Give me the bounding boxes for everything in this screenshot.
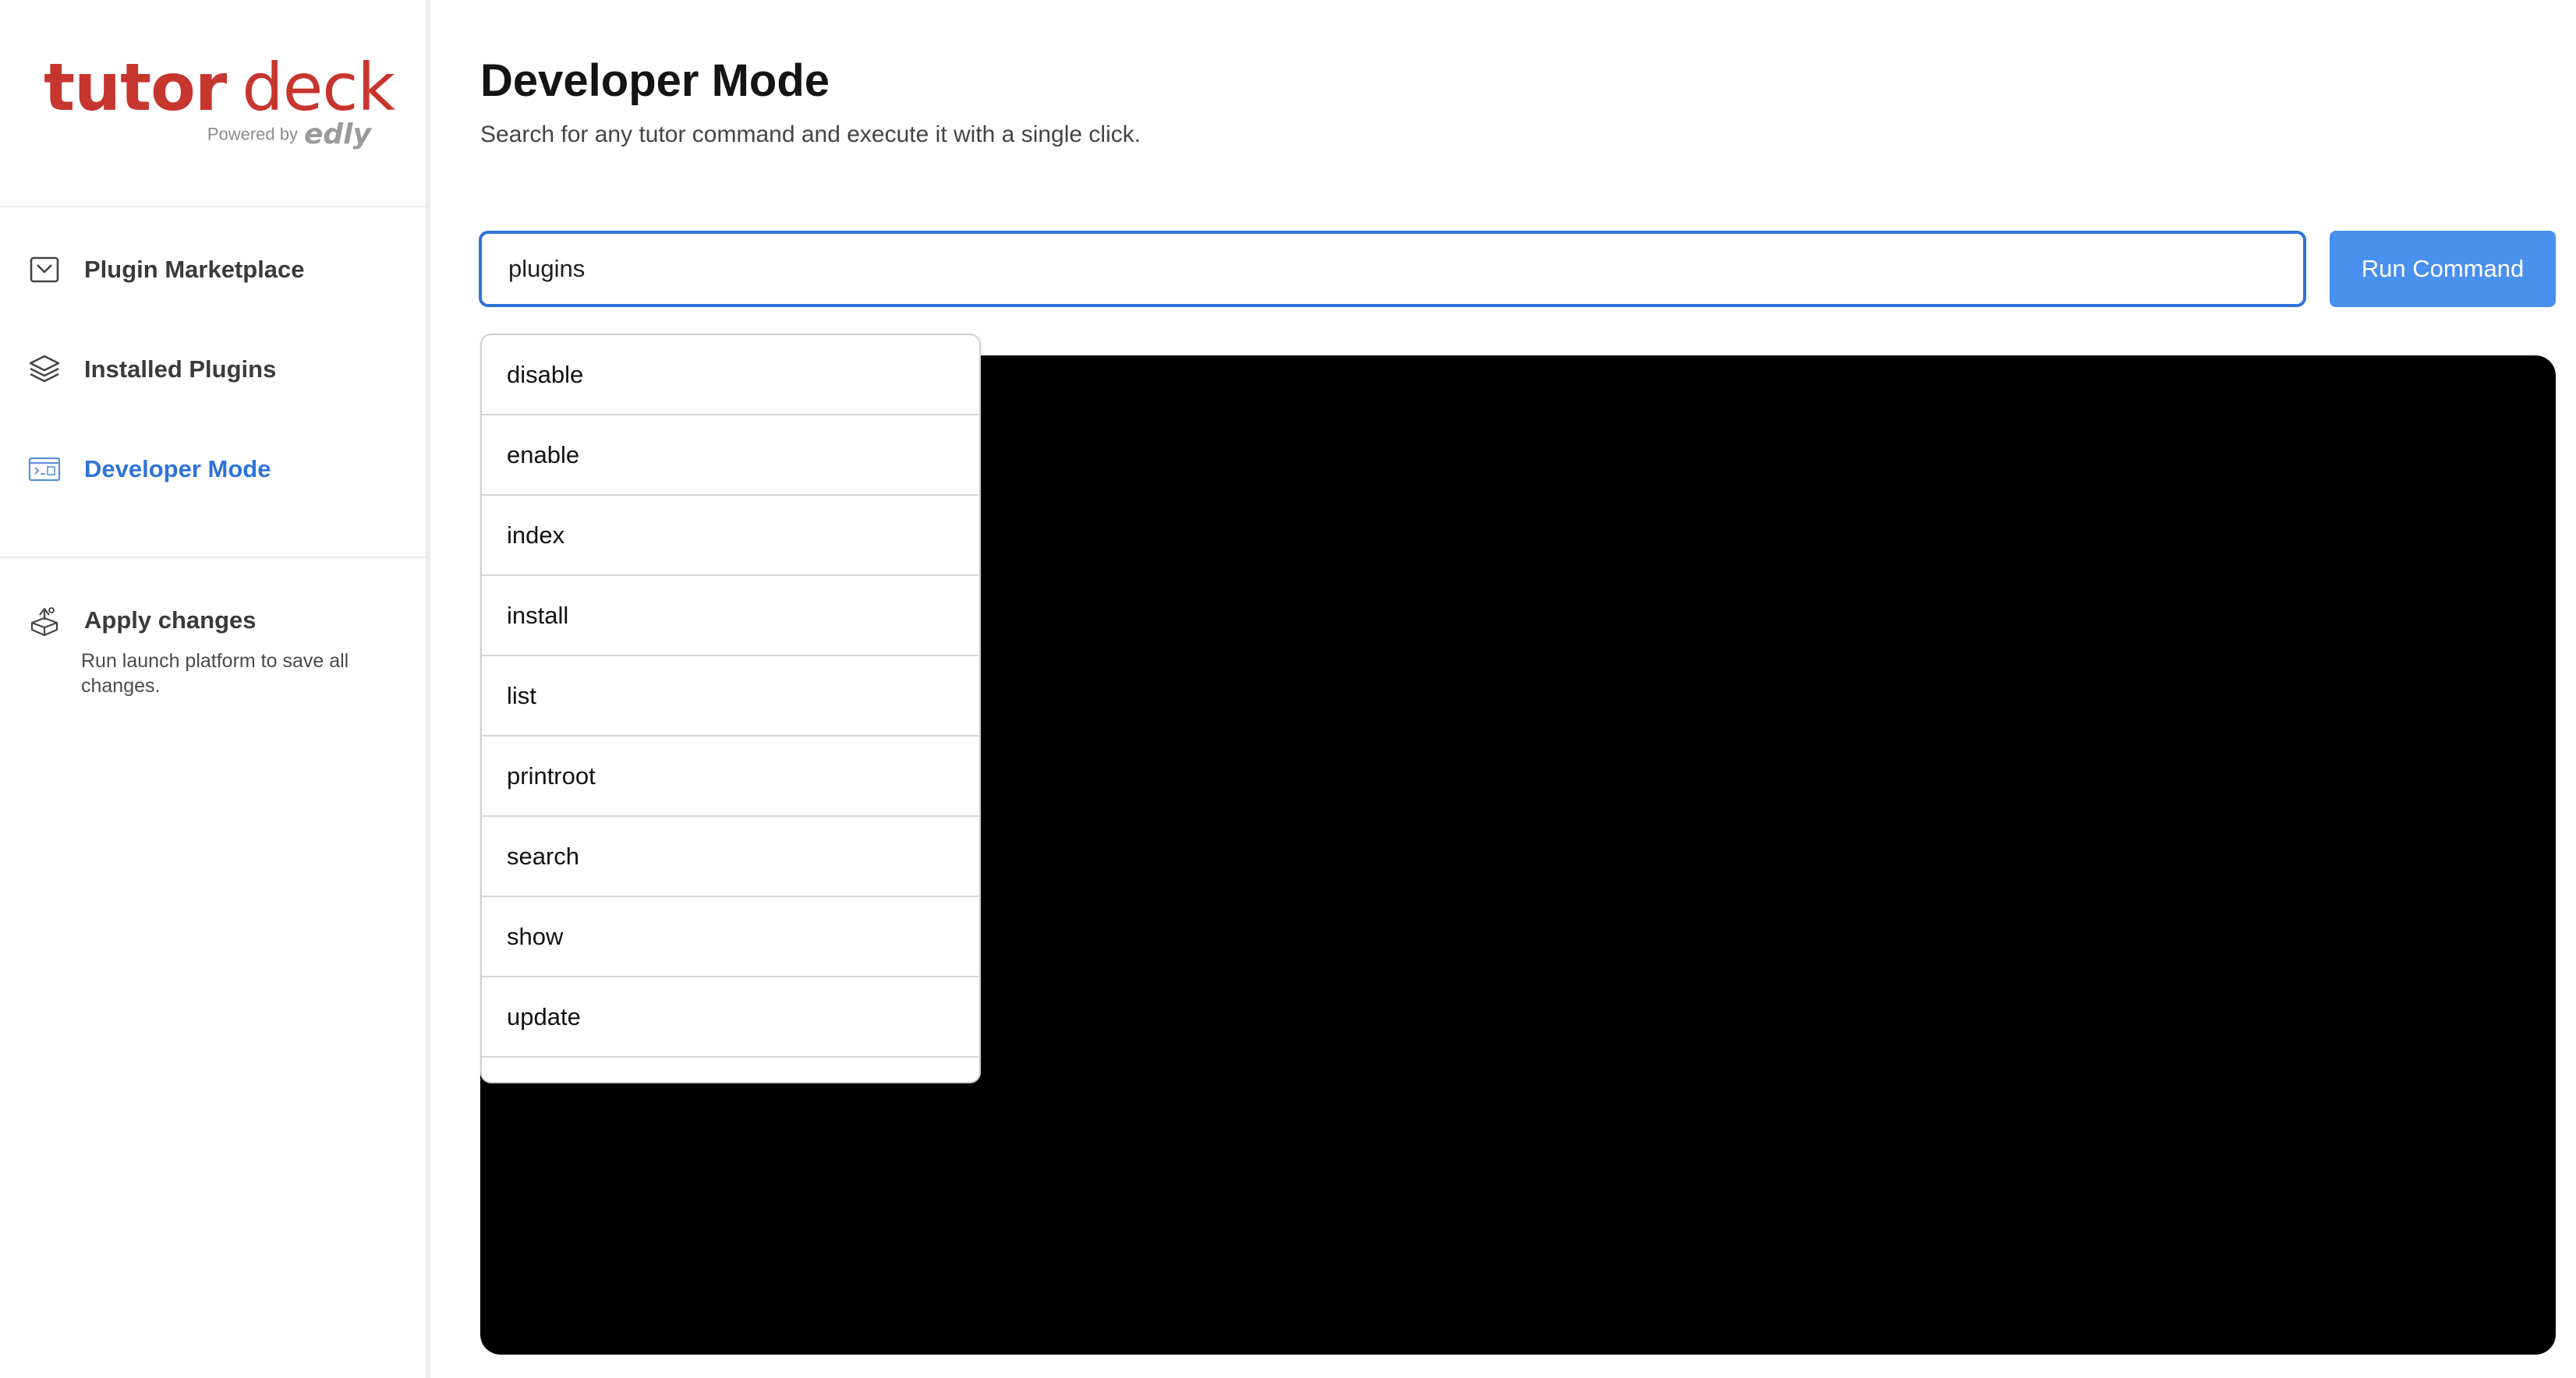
run-command-button[interactable]: Run Command xyxy=(2330,231,2556,307)
suggestion-item-printroot[interactable]: printroot xyxy=(482,737,979,817)
page-subtitle: Search for any tutor command and execute… xyxy=(480,122,1141,147)
sidebar-item-label: Plugin Marketplace xyxy=(84,256,305,283)
edly-brand-text: edly xyxy=(304,118,371,150)
command-suggestions-dropdown: disable enable index install list printr… xyxy=(480,334,981,1083)
apply-changes-label: Apply changes xyxy=(84,606,257,634)
sidebar-divider xyxy=(0,556,426,558)
sidebar-item-installed-plugins[interactable]: Installed Plugins xyxy=(28,341,402,398)
logo-secondary-text: deck xyxy=(242,49,395,125)
powered-by-text: Powered by xyxy=(207,124,298,144)
suggestion-item-index[interactable]: index xyxy=(482,496,979,576)
suggestion-item-disable[interactable]: disable xyxy=(482,335,979,415)
command-search-input[interactable] xyxy=(479,231,2306,307)
sidebar-item-plugin-marketplace[interactable]: Plugin Marketplace xyxy=(28,242,402,298)
suggestion-item-list[interactable]: list xyxy=(482,656,979,737)
suggestion-item-install[interactable]: install xyxy=(482,576,979,656)
tutor-deck-logo[interactable]: tutor deck Powered by edly xyxy=(44,49,395,151)
apply-changes-section: Apply changes Run launch platform to sav… xyxy=(28,592,402,698)
sidebar-item-label: Developer Mode xyxy=(84,455,271,482)
apply-changes-button[interactable]: Apply changes xyxy=(28,592,402,648)
page-title: Developer Mode xyxy=(480,55,830,106)
terminal-icon xyxy=(28,453,61,486)
suggestion-item-enable[interactable]: enable xyxy=(482,415,979,496)
suggestion-item-update[interactable]: update xyxy=(482,977,979,1058)
marketplace-icon xyxy=(28,253,61,286)
sidebar-item-developer-mode[interactable]: Developer Mode xyxy=(28,441,402,497)
sidebar-divider xyxy=(0,206,426,207)
deploy-box-icon xyxy=(28,604,61,637)
sidebar-item-label: Installed Plugins xyxy=(84,355,277,383)
app-window: tutor deck Powered by edly Plugin Marketpl… xyxy=(0,0,2576,1378)
suggestion-item-search[interactable]: search xyxy=(482,817,979,897)
sidebar: tutor deck Powered by edly Plugin Marketpl… xyxy=(0,0,430,1378)
apply-changes-description: Run launch platform to save all changes. xyxy=(81,650,349,697)
logo-primary-text: tutor xyxy=(44,49,227,125)
layers-icon xyxy=(28,353,61,386)
main-content: Developer Mode Search for any tutor comm… xyxy=(435,0,2576,1378)
suggestion-item-show[interactable]: show xyxy=(482,897,979,977)
